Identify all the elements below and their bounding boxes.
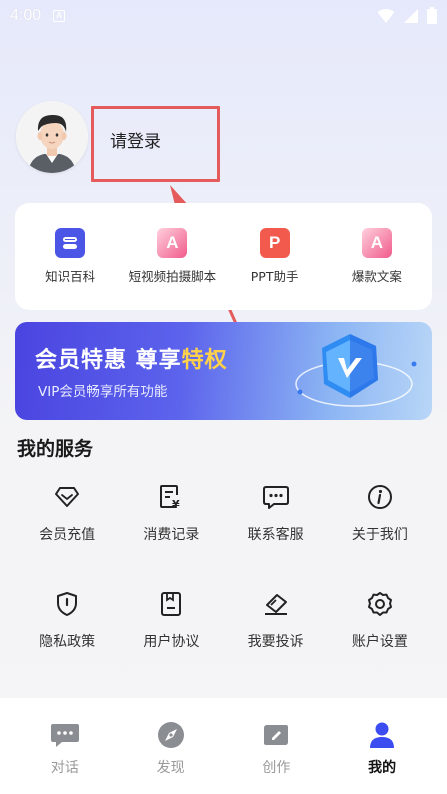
profile-icon [367,721,397,749]
service-account-settings[interactable]: 账户设置 [328,577,432,684]
service-label: 联系客服 [247,527,304,543]
nav-label: 对话 [50,760,79,776]
tool-copywriting[interactable]: A 爆款文案 [326,228,428,285]
services-title: 我的服务 [17,438,94,460]
service-label: 会员充值 [39,527,96,543]
tool-video-script[interactable]: A 短视频拍摄脚本 [121,228,223,285]
vip-subtitle: VIP会员畅享所有功能 [38,384,168,400]
nav-label: 我的 [368,760,397,776]
vip-title: 会员特惠 尊享特权 [35,342,228,374]
highlight-annotation-box [91,106,220,182]
service-consumption-record[interactable]: ¥ 消费记录 [119,470,223,577]
document-icon [156,589,186,619]
service-label: 消费记录 [143,527,200,543]
service-complaint[interactable]: 我要投诉 [224,577,328,684]
notification-icon: A [53,10,66,22]
copywriting-icon: A [361,228,392,258]
service-label: 用户协议 [143,634,200,650]
tool-label: 知识百科 [45,269,96,284]
tool-label: 爆款文案 [351,269,402,284]
services-grid: 会员充值 ¥ 消费记录 联系客服 关于我们 隐私政策 用户协议 我要投诉 账户设… [15,470,432,684]
svg-text:¥: ¥ [172,498,180,510]
tool-label: 短视频拍摄脚本 [128,269,217,284]
service-label: 账户设置 [351,634,408,650]
quick-tools-card: 知识百科 A 短视频拍摄脚本 P PPT助手 A 爆款文案 [15,203,432,310]
service-about-us[interactable]: 关于我们 [328,470,432,577]
default-avatar-icon [16,101,88,173]
nav-label: 发现 [156,760,185,776]
nav-discover[interactable]: 发现 [126,698,216,794]
bottom-navigation: 对话 发现 创作 我的 [0,698,447,794]
video-script-icon: A [157,228,188,258]
nav-mine[interactable]: 我的 [337,698,427,794]
ppt-icon: P [259,228,290,258]
nav-label: 创作 [262,760,291,776]
vip-title-main: 会员特惠 尊享 [35,348,182,373]
vip-title-highlight: 特权 [181,348,228,373]
info-icon [365,482,395,512]
nav-create[interactable]: 创作 [231,698,321,794]
status-indicators [377,7,437,24]
wifi-icon [377,8,395,23]
create-icon [261,721,291,749]
encyclopedia-icon [55,228,86,258]
shield-icon [52,589,82,619]
battery-icon [427,7,437,24]
service-recharge[interactable]: 会员充值 [15,470,119,577]
avatar[interactable] [16,101,88,173]
service-label: 我要投诉 [247,634,304,650]
service-label: 隐私政策 [39,634,96,650]
signal-icon [404,8,418,23]
status-time: 4:00 [10,7,42,24]
nav-dialog[interactable]: 对话 [20,698,110,794]
dialog-icon [50,721,80,749]
tool-encyclopedia[interactable]: 知识百科 [19,228,121,285]
status-bar: 4:00 A [0,0,447,32]
receipt-icon: ¥ [156,482,186,512]
compass-icon [156,721,186,749]
tool-ppt[interactable]: P PPT助手 [224,228,326,285]
service-privacy-policy[interactable]: 隐私政策 [15,577,119,684]
diamond-icon [52,482,82,512]
service-user-agreement[interactable]: 用户协议 [119,577,223,684]
service-label: 关于我们 [351,527,408,543]
service-customer-support[interactable]: 联系客服 [224,470,328,577]
vip-badge-icon [295,334,417,407]
vip-banner[interactable]: 会员特惠 尊享特权 VIP会员畅享所有功能 [15,322,432,420]
tool-label: PPT助手 [250,269,299,284]
complaint-icon [261,589,291,619]
chat-bubble-icon [261,482,291,512]
gear-icon [365,589,395,619]
